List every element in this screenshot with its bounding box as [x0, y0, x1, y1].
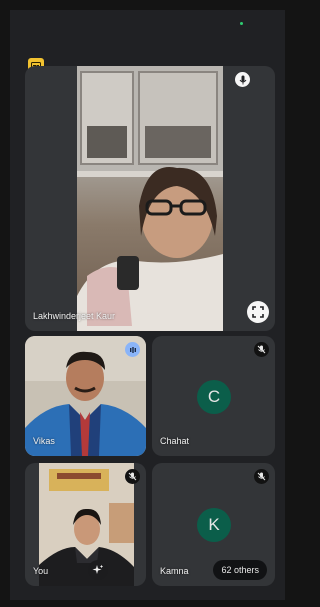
meeting-screen: Lakhwinderjeet Kaur Vikas C Chahat You K… [10, 10, 285, 600]
others-chip[interactable]: 62 others [213, 560, 267, 580]
sparkle-icon[interactable] [88, 560, 108, 580]
mic-off-icon [254, 342, 269, 357]
status-indicator [240, 22, 243, 25]
fullscreen-icon[interactable] [247, 301, 269, 323]
participant-tile-vikas[interactable]: Vikas [25, 336, 146, 456]
microphone-icon [235, 72, 250, 87]
participant-name: Kamna [160, 566, 189, 576]
participant-tile-you[interactable]: You [25, 463, 146, 586]
audio-level-icon [125, 342, 140, 357]
participant-name: Chahat [160, 436, 190, 446]
avatar: K [197, 508, 231, 542]
participant-tile-main[interactable]: Lakhwinderjeet Kaur [25, 66, 275, 331]
mic-off-icon [125, 469, 140, 484]
video-feed-you [39, 463, 134, 586]
participant-name: You [33, 566, 49, 576]
participant-tile-kamna[interactable]: K Kamna 62 others [152, 463, 275, 586]
mic-off-icon [254, 469, 269, 484]
video-feed-main [77, 66, 223, 331]
participant-name: Lakhwinderjeet Kaur [33, 311, 116, 321]
participant-name: Vikas [33, 436, 55, 446]
participant-tile-chahat[interactable]: C Chahat [152, 336, 275, 456]
avatar: C [197, 380, 231, 414]
